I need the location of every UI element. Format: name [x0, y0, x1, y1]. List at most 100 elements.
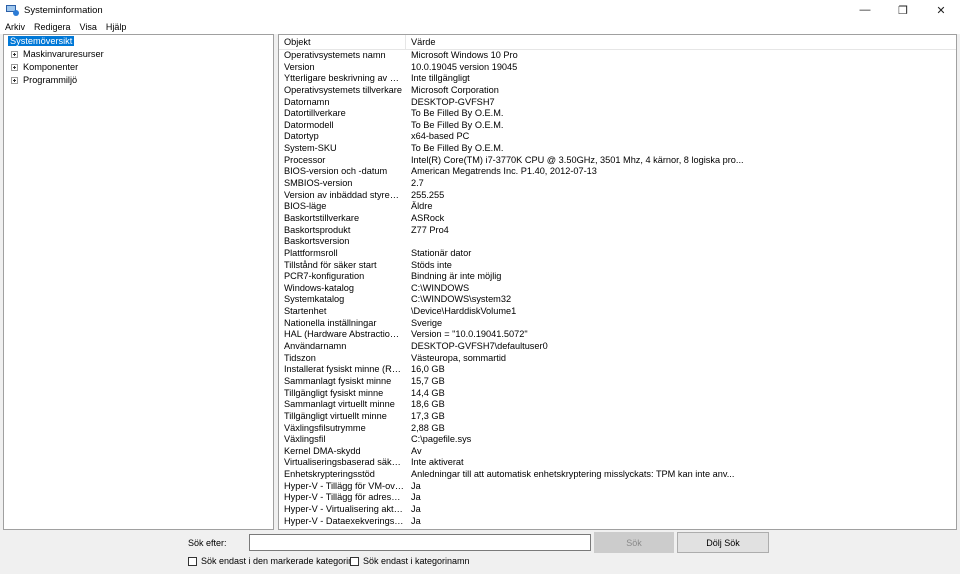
table-row[interactable]: Installerat fysiskt minne (RAM) 16,0 GB	[279, 364, 956, 376]
table-row[interactable]: Systemkatalog C:\WINDOWS\system32	[279, 294, 956, 306]
cell-varde: C:\pagefile.sys	[411, 434, 472, 445]
table-row[interactable]: Baskortstillverkare ASRock	[279, 213, 956, 225]
close-button[interactable]: ✕	[922, 0, 960, 20]
menu-hjalp[interactable]: Hjälp	[101, 22, 131, 32]
column-header-objekt[interactable]: Objekt	[279, 35, 406, 49]
cell-objekt: BIOS-läge	[284, 201, 327, 212]
cell-varde: Av	[411, 445, 422, 456]
cell-objekt: Datormodell	[284, 119, 334, 130]
table-row[interactable]: Startenhet \Device\HarddiskVolume1	[279, 306, 956, 318]
tree-item-systemoversikt[interactable]: Systemöversikt	[4, 35, 273, 48]
table-row[interactable]: HAL (Hardware Abstraction Lay... Version …	[279, 329, 956, 341]
search-input[interactable]	[249, 534, 591, 551]
table-row[interactable]: Datortillverkare To Be Filled By O.E.M.	[279, 108, 956, 120]
table-row[interactable]: Tillgängligt virtuellt minne 17,3 GB	[279, 411, 956, 423]
menu-redigera[interactable]: Redigera	[29, 22, 75, 32]
cell-objekt: Operativsystemets tillverkare	[284, 84, 402, 95]
cell-varde: 14,4 GB	[411, 387, 445, 398]
table-row[interactable]: Användarnamn DESKTOP-GVFSH7\defaultuser0	[279, 341, 956, 353]
expand-icon[interactable]	[11, 77, 18, 84]
table-row[interactable]: Växlingsfilsutrymme 2,88 GB	[279, 423, 956, 435]
cell-varde: Ja	[411, 503, 421, 514]
table-row[interactable]: Nationella inställningar Sverige	[279, 318, 956, 330]
table-row[interactable]: Plattformsroll Stationär dator	[279, 248, 956, 260]
search-category-names-checkbox[interactable]: Sök endast i kategorinamn	[350, 556, 470, 566]
hide-search-button[interactable]: Dölj Sök	[677, 532, 769, 553]
table-row[interactable]: Version 10.0.19045 version 19045	[279, 62, 956, 74]
table-row[interactable]: Datornamn DESKTOP-GVFSH7	[279, 97, 956, 109]
table-row[interactable]: Ytterligare beskrivning av oper... Inte t…	[279, 73, 956, 85]
cell-varde: Ja	[411, 492, 421, 503]
search-label: Sök efter:	[188, 538, 227, 548]
tree-item-label: Maskinvaruresurser	[23, 49, 104, 59]
window-title: Systeminformation	[24, 4, 103, 16]
checkbox-label: Sök endast i kategorinamn	[363, 556, 470, 566]
table-row[interactable]: Operativsystemets namn Microsoft Windows …	[279, 50, 956, 62]
table-row[interactable]: Windows-katalog C:\WINDOWS	[279, 283, 956, 295]
table-row[interactable]: BIOS-version och -datum American Megatren…	[279, 166, 956, 178]
expand-icon[interactable]	[11, 64, 18, 71]
table-row[interactable]: Baskortsprodukt Z77 Pro4	[279, 225, 956, 237]
cell-varde: DESKTOP-GVFSH7\defaultuser0	[411, 341, 548, 352]
table-row[interactable]: Datortyp x64-based PC	[279, 131, 956, 143]
tree-item-komponenter[interactable]: Komponenter	[4, 61, 273, 74]
table-row[interactable]: Operativsystemets tillverkare Microsoft C…	[279, 85, 956, 97]
table-row[interactable]: Datormodell To Be Filled By O.E.M.	[279, 120, 956, 132]
table-row[interactable]: Sammanlagt virtuellt minne 18,6 GB	[279, 399, 956, 411]
table-row[interactable]: PCR7-konfiguration Bindning är inte möjli…	[279, 271, 956, 283]
table-row[interactable]: Baskortsversion	[279, 236, 956, 248]
table-row[interactable]: Tidszon Västeuropa, sommartid	[279, 353, 956, 365]
table-row[interactable]: Version av inbäddad styrenhet 255.255	[279, 190, 956, 202]
table-row[interactable]: Hyper-V - Virtualisering aktiver... Ja	[279, 504, 956, 516]
search-selected-category-checkbox[interactable]: Sök endast i den markerade kategorin	[188, 556, 353, 566]
cell-varde: Inte aktiverat	[411, 457, 464, 468]
cell-varde: Äldre	[411, 201, 433, 212]
maximize-button[interactable]: ❐	[884, 0, 922, 20]
cell-objekt: Tillstånd för säker start	[284, 259, 377, 270]
cell-varde: 255.255	[411, 189, 445, 200]
cell-objekt: Windows-katalog	[284, 282, 354, 293]
table-row[interactable]: Enhetskrypteringsstöd Anledningar till at…	[279, 469, 956, 481]
table-row[interactable]: Hyper-V - Tillägg för VM-overv... Ja	[279, 481, 956, 493]
cell-objekt: Växlingsfilsutrymme	[284, 422, 366, 433]
cell-varde: ASRock	[411, 212, 445, 223]
cell-varde: To Be Filled By O.E.M.	[411, 119, 504, 130]
table-row[interactable]: Sammanlagt fysiskt minne 15,7 GB	[279, 376, 956, 388]
search-button[interactable]: Sök	[594, 532, 674, 553]
category-tree[interactable]: Systemöversikt Maskinvaruresurser Kompon…	[3, 34, 274, 530]
details-list[interactable]: Objekt Värde Operativsystemets namn Micro…	[278, 34, 957, 530]
table-row[interactable]: Processor Intel(R) Core(TM) i7-3770K CPU …	[279, 155, 956, 167]
cell-objekt: Nationella inställningar	[284, 317, 377, 328]
cell-varde	[406, 236, 956, 248]
cell-varde: \Device\HarddiskVolume1	[411, 306, 517, 317]
checkbox-icon[interactable]	[188, 556, 197, 566]
list-header: Objekt Värde	[279, 35, 956, 50]
menu-visa[interactable]: Visa	[75, 22, 101, 32]
column-header-varde[interactable]: Värde	[406, 35, 956, 49]
cell-objekt: Systemkatalog	[284, 294, 345, 305]
table-row[interactable]: Virtualiseringsbaserad säkerhet Inte akti…	[279, 457, 956, 469]
checkbox-icon[interactable]	[350, 556, 359, 566]
menu-arkiv[interactable]: Arkiv	[0, 22, 29, 32]
table-row[interactable]: Tillgängligt fysiskt minne 14,4 GB	[279, 388, 956, 400]
cell-objekt: Installerat fysiskt minne (RAM)	[284, 364, 406, 375]
table-row[interactable]: Hyper-V - Tillägg för adressön... Ja	[279, 492, 956, 504]
minimize-button[interactable]: —	[846, 0, 884, 20]
cell-objekt: Operativsystemets namn	[284, 50, 386, 60]
table-row[interactable]: Tillstånd för säker start Stöds inte	[279, 260, 956, 272]
table-row[interactable]: Växlingsfil C:\pagefile.sys	[279, 434, 956, 446]
cell-varde: American Megatrends Inc. P1.40, 2012-07-…	[411, 166, 597, 177]
tree-item-maskinvaruresurser[interactable]: Maskinvaruresurser	[4, 48, 273, 61]
tree-item-programmiljo[interactable]: Programmiljö	[4, 74, 273, 87]
table-row[interactable]: Kernel DMA-skydd Av	[279, 446, 956, 458]
cell-varde: 2,88 GB	[411, 422, 445, 433]
expand-icon[interactable]	[11, 51, 18, 58]
cell-objekt: Version	[284, 61, 315, 72]
cell-varde: Ja	[411, 480, 421, 491]
cell-varde: 17,3 GB	[411, 410, 445, 421]
table-row[interactable]: Hyper-V - Dataexekveringsskydd Ja	[279, 516, 956, 528]
table-row[interactable]: System-SKU To Be Filled By O.E.M.	[279, 143, 956, 155]
table-row[interactable]: SMBIOS-version 2.7	[279, 178, 956, 190]
cell-varde: x64-based PC	[411, 131, 470, 142]
table-row[interactable]: BIOS-läge Äldre	[279, 201, 956, 213]
